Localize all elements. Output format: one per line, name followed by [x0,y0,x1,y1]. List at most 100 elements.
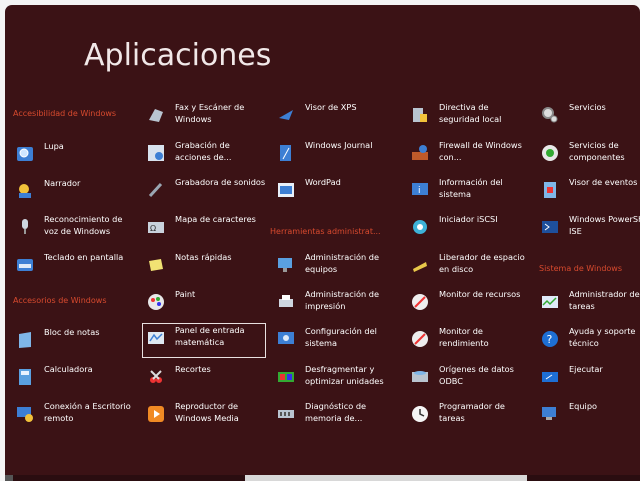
app-tile-directiva[interactable]: Directiva de seguridad local [407,101,529,134]
app-tile-adm_imp[interactable]: Administración de impresión [273,288,395,321]
app-label: Información del sistema [439,177,503,199]
app-label: Configuración del sistema [305,326,377,348]
app-tile-wordpad[interactable]: WordPad [273,176,395,209]
resource-monitor-icon [410,292,429,311]
app-tile-fax[interactable]: Fax y Escáner de Windows [143,101,265,134]
app-tile-liberador[interactable]: Liberador de espacio en disco [407,251,529,284]
sticky-notes-icon [146,255,165,274]
app-tile-iscsi[interactable]: Iniciador iSCSI [407,213,529,246]
app-tile-xps[interactable]: Visor de XPS [273,101,395,134]
snipping-icon [146,367,165,386]
app-tile-prog[interactable]: Programador de tareas [407,400,529,433]
app-label: Equipo [569,401,598,411]
app-tile-wmp[interactable]: Reproductor de Windows Media [143,400,265,433]
page-title: Aplicaciones [84,38,272,73]
app-tile-grab_acc[interactable]: Grabación de acciones de... [143,139,265,172]
app-label: Monitor de rendimiento [439,326,489,348]
steps-recorder-icon [146,143,165,162]
app-label: Grabadora de sonidos [175,177,266,187]
app-tile-servicios[interactable]: Servicios [537,101,640,134]
app-label: WordPad [305,177,341,187]
print-management-icon [276,292,295,311]
sound-recorder-icon [146,180,165,199]
notepad-icon [15,330,34,349]
app-tile-info[interactable]: i Información del sistema [407,176,529,209]
app-tile-config[interactable]: Configuración del sistema [273,325,395,358]
apps-screen: Aplicaciones Accesibilidad de Windows Ac… [5,5,640,481]
group-accesorios[interactable]: Accesorios de Windows [13,296,106,305]
app-tile-teclado[interactable]: Teclado en pantalla [12,251,134,284]
component-services-icon [540,143,559,162]
group-herramientas[interactable]: Herramientas administrat... [270,227,381,236]
app-tile-ayuda[interactable]: ? Ayuda y soporte técnico [537,325,640,358]
app-tile-pwsh[interactable]: Windows PowerShell ISE [537,213,640,246]
app-tile-rdp[interactable]: Conexión a Escritorio remoto [12,400,134,433]
app-label: Grabación de acciones de... [175,140,232,162]
run-icon [540,367,559,386]
app-tile-firewall[interactable]: Firewall de Windows con... [407,139,529,172]
scroll-thumb[interactable] [245,475,527,481]
app-label: Iniciador iSCSI [439,214,498,224]
app-tile-diag[interactable]: Diagnóstico de memoria de... [273,400,395,433]
group-accesibilidad[interactable]: Accesibilidad de Windows [13,109,116,118]
app-tile-equipo[interactable]: Equipo [537,400,640,433]
app-label: Servicios de componentes [569,140,625,162]
app-label: Administrador de tareas [569,289,640,311]
app-tile-calc[interactable]: Calculadora [12,363,134,396]
app-label: Reconocimiento de voz de Windows [44,214,123,236]
horizontal-scrollbar[interactable] [5,475,640,481]
scroll-left-button[interactable] [5,475,13,481]
app-tile-mapa[interactable]: Ω Mapa de caracteres [143,213,265,246]
app-tile-journal[interactable]: Windows Journal [273,139,395,172]
app-tile-serv_comp[interactable]: Servicios de componentes [537,139,640,172]
app-tile-ejecutar[interactable]: Ejecutar [537,363,640,396]
app-label: Mapa de caracteres [175,214,256,224]
app-label: Servicios [569,102,606,112]
app-tile-grab_son[interactable]: Grabadora de sonidos [143,176,265,209]
app-tile-recortes[interactable]: Recortes [143,363,265,396]
app-tile-voz[interactable]: Reconocimiento de voz de Windows [12,213,134,246]
media-player-icon [146,404,165,423]
keyboard-icon [15,255,34,274]
app-tile-lupa[interactable]: Lupa [12,140,134,173]
app-label: Recortes [175,364,211,374]
group-sistema[interactable]: Sistema de Windows [539,264,622,273]
app-tile-narrador[interactable]: Narrador [12,177,134,210]
paint-icon [146,292,165,311]
app-tile-notas[interactable]: Notas rápidas [143,251,265,284]
app-label: Notas rápidas [175,252,232,262]
system-info-icon: i [410,180,429,199]
app-tile-mon_ren[interactable]: Monitor de rendimiento [407,325,529,358]
app-tile-bloc[interactable]: Bloc de notas [12,326,134,359]
calculator-icon [15,367,34,386]
app-label: Teclado en pantalla [44,252,124,262]
disk-cleanup-icon [410,255,429,274]
app-tile-desfrag[interactable]: Desfragmentar y optimizar unidades [273,363,395,396]
defrag-icon [276,367,295,386]
journal-icon [276,143,295,162]
app-label: Bloc de notas [44,327,100,337]
app-label: Fax y Escáner de Windows [175,102,245,124]
svg-text:Ω: Ω [150,224,156,233]
app-tile-panel[interactable]: Panel de entrada matemática [142,323,266,358]
help-icon: ? [540,329,559,348]
app-tile-adm_tar[interactable]: Administrador de tareas [537,288,640,321]
firewall-icon [410,143,429,162]
app-tile-visor_ev[interactable]: Visor de eventos [537,176,640,209]
services-icon [540,105,559,124]
svg-text:i: i [418,186,421,196]
app-tile-odbc[interactable]: Orígenes de datos ODBC [407,363,529,396]
app-label: Reproductor de Windows Media [175,401,239,423]
task-scheduler-icon [410,404,429,423]
powershell-icon [540,217,559,236]
app-tile-adm_eq[interactable]: Administración de equipos [273,251,395,284]
app-label: Panel de entrada matemática [175,325,245,347]
app-label: Ejecutar [569,364,603,374]
app-label: Monitor de recursos [439,289,521,299]
app-label: Visor de XPS [305,102,357,112]
security-policy-icon [410,105,429,124]
app-tile-mon_rec[interactable]: Monitor de recursos [407,288,529,321]
app-tile-paint[interactable]: Paint [143,288,265,321]
app-label: Lupa [44,141,64,151]
odbc-icon [410,367,429,386]
